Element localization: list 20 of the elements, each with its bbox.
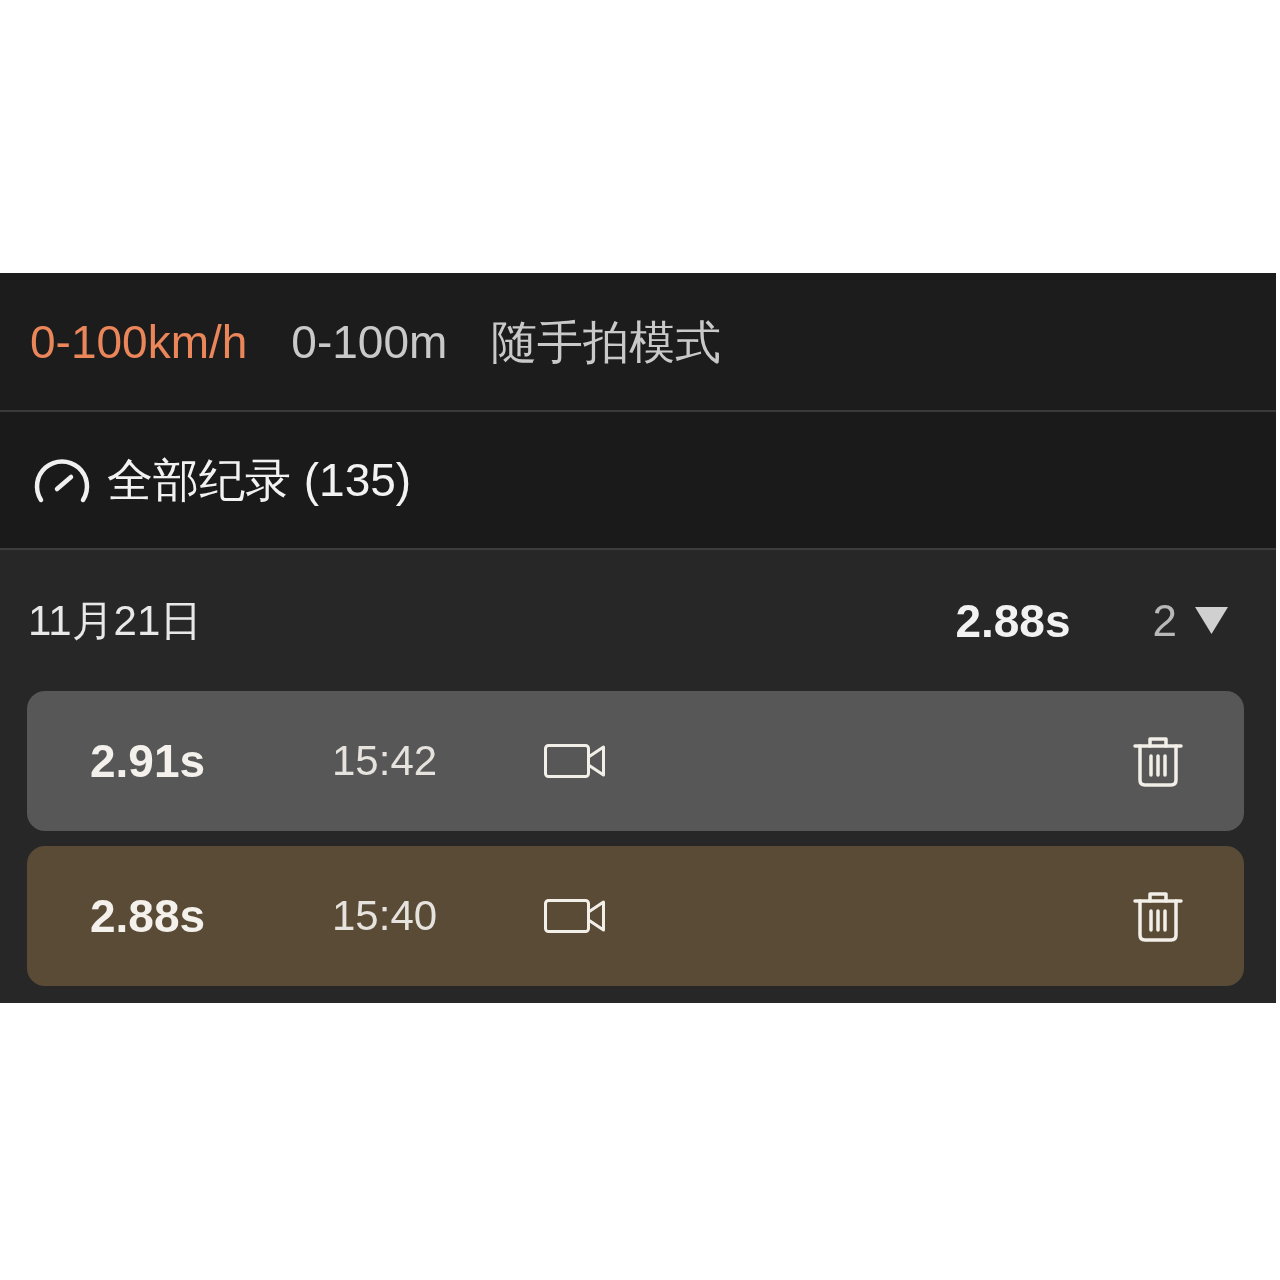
- tab[interactable]: 随手拍模式: [491, 318, 722, 365]
- trash-icon: [1133, 735, 1183, 787]
- record-clock: 15:42: [332, 740, 439, 782]
- group-date: 11月21日: [28, 599, 203, 642]
- record-count-toggle[interactable]: 2: [1152, 598, 1228, 643]
- delete-button[interactable]: [1133, 890, 1183, 942]
- video-button[interactable]: [544, 899, 605, 933]
- trash-icon: [1133, 890, 1183, 942]
- record-clock: 15:40: [332, 895, 439, 937]
- record-time: 2.88s: [90, 893, 207, 939]
- tab[interactable]: 0-100m: [291, 318, 448, 365]
- delete-button[interactable]: [1133, 735, 1183, 787]
- video-camera-icon: [544, 899, 605, 933]
- record-time: 2.91s: [90, 738, 207, 784]
- tab[interactable]: 0-100km/h: [30, 318, 248, 365]
- video-camera-icon: [544, 744, 605, 778]
- best-time: 2.88s: [955, 597, 1071, 644]
- record-card[interactable]: 2.88s 15:40: [27, 846, 1244, 986]
- video-button[interactable]: [544, 744, 605, 778]
- record-card[interactable]: 2.91s 15:42: [27, 691, 1244, 831]
